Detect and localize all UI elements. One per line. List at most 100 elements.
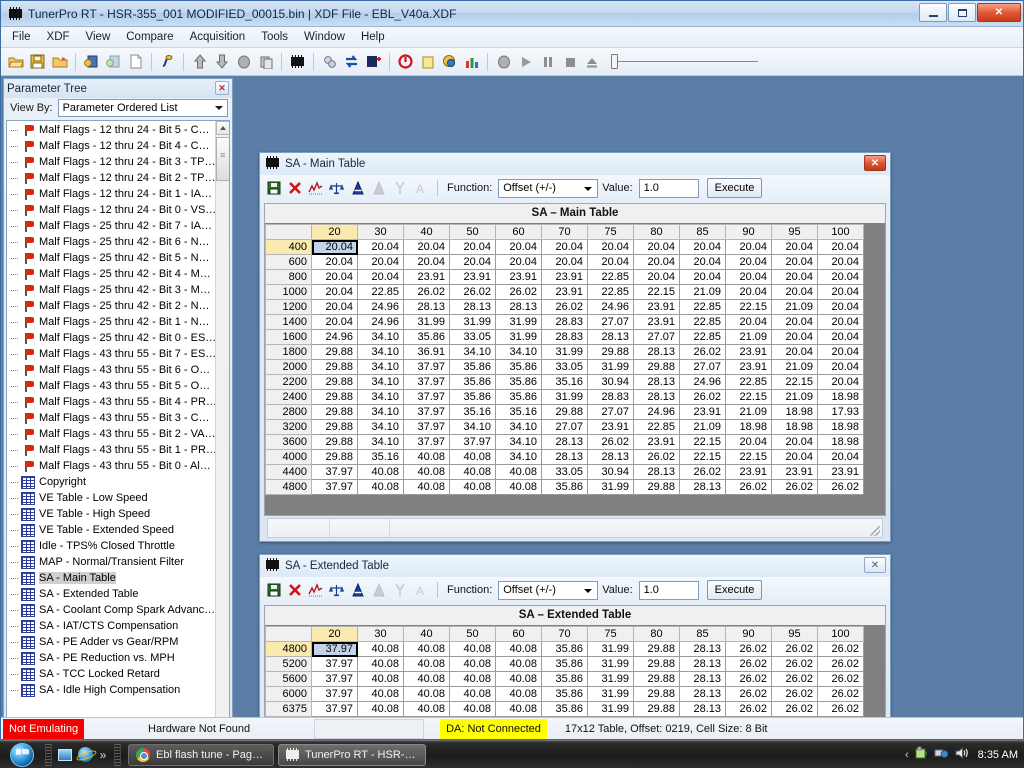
grid-row-header[interactable]: 1800: [265, 344, 312, 360]
grid-cell[interactable]: 20.04: [817, 284, 864, 300]
grid-cell[interactable]: 34.10: [357, 374, 404, 390]
parameter-tree-item[interactable]: Copyright: [7, 474, 215, 490]
taskbar-item-browser[interactable]: Ebl flash tune - Pag…: [128, 743, 275, 766]
data-grid[interactable]: 20 30 40 50 60 70 75 80 85 90 95 100 400 20.04 20.04 20…: [265, 224, 864, 495]
grid-cell[interactable]: 20.04: [771, 254, 818, 270]
globe-icon[interactable]: [439, 51, 460, 72]
grid-cell[interactable]: 23.91: [495, 269, 542, 285]
table-row[interactable]: 1000 20.04 22.85 26.02 26.02 26.02 23.91 22.85 2…: [265, 284, 864, 300]
table-row[interactable]: 1200 20.04 24.96 28.13 28.13 28.13 26.02 24.96 2…: [265, 299, 864, 315]
grid-cell[interactable]: 40.08: [403, 671, 450, 687]
grid-cell[interactable]: 18.98: [771, 404, 818, 420]
grid-cell[interactable]: 35.86: [541, 479, 588, 495]
grid-cell[interactable]: 22.85: [587, 284, 634, 300]
grid-cell[interactable]: 40.08: [403, 656, 450, 672]
grid-cell[interactable]: 29.88: [311, 344, 358, 360]
grid-cell[interactable]: 20.04: [771, 314, 818, 330]
grid-cell[interactable]: 23.91: [541, 269, 588, 285]
grid-cell[interactable]: 20.04: [817, 269, 864, 285]
parameter-tree-item[interactable]: Malf Flags - 43 thru 55 - Bit 2 - VA…: [7, 426, 215, 442]
parameter-tree-item[interactable]: SA - Extended Table: [7, 586, 215, 602]
view-by-dropdown[interactable]: Parameter Ordered List: [57, 99, 228, 117]
grid-row-header[interactable]: 2200: [265, 374, 312, 390]
grid-cell[interactable]: 20.04: [449, 254, 496, 270]
grid-cell[interactable]: 20.04: [725, 239, 772, 255]
grid-cell[interactable]: 40.08: [403, 641, 450, 657]
grid-cell[interactable]: 40.08: [357, 656, 404, 672]
grid-row-header[interactable]: 2400: [265, 389, 312, 405]
grid-cell[interactable]: 34.10: [357, 329, 404, 345]
grid-cell[interactable]: 28.13: [541, 449, 588, 465]
parameter-tree-item[interactable]: Malf Flags - 43 thru 55 - Bit 3 - C…: [7, 410, 215, 426]
grid-row-header[interactable]: 5200: [265, 656, 312, 672]
grid-cell[interactable]: 26.02: [771, 671, 818, 687]
grid-cell[interactable]: 34.10: [357, 404, 404, 420]
grid-cell[interactable]: 35.16: [541, 374, 588, 390]
grid-cell[interactable]: 26.02: [633, 449, 680, 465]
parameter-tree-item[interactable]: SA - PE Adder vs Gear/RPM: [7, 634, 215, 650]
grid-cell[interactable]: 40.08: [403, 686, 450, 702]
taskbar-item-tunerpro[interactable]: TunerPro RT - HSR-…: [278, 743, 427, 766]
grid-cell[interactable]: 35.16: [449, 404, 496, 420]
grid-cell[interactable]: 18.98: [817, 434, 864, 450]
grid-cell[interactable]: 28.13: [587, 329, 634, 345]
grid-cell[interactable]: 40.08: [357, 671, 404, 687]
grid-cell[interactable]: 22.15: [725, 449, 772, 465]
grid-cell[interactable]: 20.04: [817, 314, 864, 330]
grid-cell[interactable]: 20.04: [403, 254, 450, 270]
minimize-button[interactable]: [919, 3, 947, 22]
notepad-icon[interactable]: [417, 51, 438, 72]
graph-icon[interactable]: [306, 581, 325, 600]
grid-column-header[interactable]: 20: [311, 626, 358, 642]
grid-cell[interactable]: 31.99: [541, 344, 588, 360]
grid-cell[interactable]: 33.05: [541, 359, 588, 375]
grid-cell[interactable]: 28.13: [449, 299, 496, 315]
grid-cell[interactable]: 40.08: [357, 479, 404, 495]
grid-cell[interactable]: 26.02: [817, 701, 864, 717]
scale-compare-icon[interactable]: [327, 581, 346, 600]
main-table-close-button[interactable]: ✕: [864, 155, 886, 171]
grid-cell[interactable]: 37.97: [449, 434, 496, 450]
parameter-tree-item[interactable]: Malf Flags - 12 thru 24 - Bit 3 - TP…: [7, 154, 215, 170]
grid-cell[interactable]: 29.88: [633, 671, 680, 687]
grid-cell[interactable]: 29.88: [587, 344, 634, 360]
grid-cell[interactable]: 28.13: [587, 449, 634, 465]
parameter-tree-item[interactable]: Malf Flags - 43 thru 55 - Bit 7 - ES…: [7, 346, 215, 362]
import-icon[interactable]: [81, 51, 102, 72]
maximize-button[interactable]: [948, 3, 976, 22]
grid-column-header[interactable]: 40: [403, 224, 450, 240]
grid-cell[interactable]: 33.05: [541, 464, 588, 480]
grid-cell[interactable]: 23.91: [449, 269, 496, 285]
grid-cell[interactable]: 20.04: [817, 254, 864, 270]
table-row[interactable]: 1600 24.96 34.10 35.86 33.05 31.99 28.83 28.13 2…: [265, 329, 864, 345]
title-bar[interactable]: TunerPro RT - HSR-355_001 MODIFIED_00015…: [1, 1, 1023, 27]
parameter-tree-item[interactable]: Malf Flags - 12 thru 24 - Bit 5 - C…: [7, 122, 215, 138]
save-as-icon[interactable]: [49, 51, 70, 72]
slider-knob[interactable]: [611, 54, 618, 69]
parameter-tree-vertical-scrollbar[interactable]: [215, 121, 229, 717]
extended-table-close-button[interactable]: ✕: [864, 557, 886, 573]
grid-cell[interactable]: 37.97: [403, 434, 450, 450]
grid-cell[interactable]: 37.97: [403, 374, 450, 390]
extended-table-title-bar[interactable]: SA - Extended Table ✕: [260, 555, 890, 577]
swap-arrows-icon[interactable]: [341, 51, 362, 72]
grid-cell[interactable]: 20.04: [725, 314, 772, 330]
grid-cell[interactable]: 26.02: [725, 479, 772, 495]
parameter-tree-item[interactable]: Malf Flags - 25 thru 42 - Bit 6 - N…: [7, 234, 215, 250]
grid-cell[interactable]: 40.08: [449, 479, 496, 495]
menu-tools[interactable]: Tools: [253, 28, 296, 46]
grid-cell[interactable]: 31.99: [587, 701, 634, 717]
grid-cell[interactable]: 20.04: [679, 254, 726, 270]
grid-cell[interactable]: 23.91: [633, 299, 680, 315]
grid-cell[interactable]: 20.04: [633, 269, 680, 285]
grid-cell[interactable]: 22.15: [679, 449, 726, 465]
menu-compare[interactable]: Compare: [118, 28, 181, 46]
grid-cell[interactable]: 20.04: [311, 299, 358, 315]
menu-help[interactable]: Help: [353, 28, 393, 46]
grid-cell[interactable]: 24.96: [679, 374, 726, 390]
grid-cell[interactable]: 20.04: [311, 269, 358, 285]
grid-cell[interactable]: 20.04: [311, 284, 358, 300]
grid-cell[interactable]: 31.99: [587, 479, 634, 495]
grid-cell[interactable]: 22.85: [357, 284, 404, 300]
grid-cell[interactable]: 26.02: [725, 641, 772, 657]
